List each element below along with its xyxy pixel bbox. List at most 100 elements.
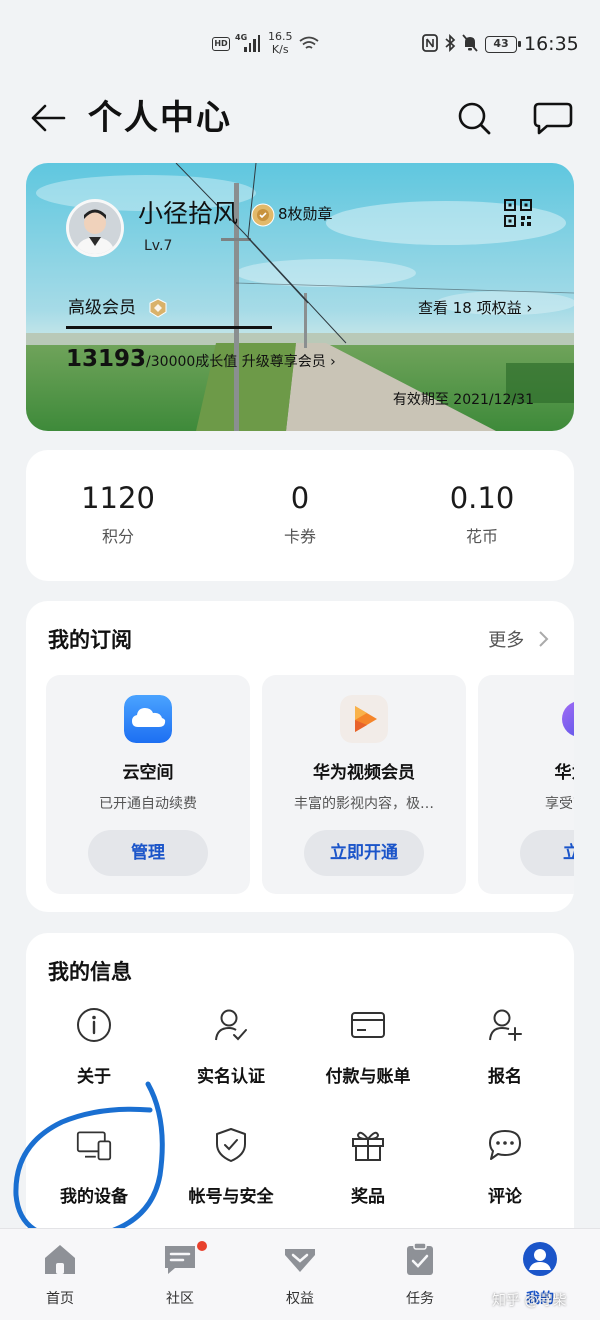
growth-value[interactable]: 13193/30000成长值 升级尊享会员 › — [66, 345, 336, 376]
subscriptions-title: 我的订阅 — [48, 628, 132, 652]
info-item-comments[interactable]: 评论 — [437, 1127, 573, 1237]
page-title: 个人中心 — [88, 98, 232, 138]
clock: 16:35 — [524, 33, 579, 55]
user-level: Lv.7 — [144, 238, 173, 254]
growth-progress-bar — [66, 326, 272, 329]
nav-tasks[interactable]: 任务 — [360, 1229, 480, 1320]
status-bar: HD 4G 16.5 K/s 43 16:35 — [0, 0, 600, 88]
nav-label: 权益 — [286, 1291, 314, 1307]
subscription-tile-video[interactable]: 华为视频会员 丰富的影视内容，极… 立即开通 — [262, 675, 466, 894]
subscription-tile-music[interactable]: 华为音 享受高品… 立即 — [478, 675, 574, 894]
messages-button[interactable] — [530, 96, 576, 140]
subscription-desc: 享受高品… — [545, 796, 574, 812]
subscriptions-more-link[interactable]: 更多 — [488, 627, 550, 655]
info-item-label: 帐号与安全 — [188, 1187, 274, 1207]
user-add-icon — [489, 1009, 522, 1041]
subscription-desc: 已开通自动续费 — [99, 796, 197, 812]
nav-community[interactable]: 社区 — [120, 1229, 240, 1320]
info-item-real-name[interactable]: 实名认证 — [163, 1007, 299, 1117]
notification-dot — [197, 1241, 207, 1251]
subscription-name: 云空间 — [122, 763, 174, 783]
membership-expiry: 有效期至 2021/12/31 — [392, 392, 534, 408]
benefits-icon — [285, 1249, 315, 1272]
subscription-tile-cloud[interactable]: 云空间 已开通自动续费 管理 — [46, 675, 250, 894]
nav-label: 任务 — [406, 1291, 434, 1307]
manage-button[interactable]: 管理 — [88, 830, 208, 876]
more-label: 更多 — [488, 630, 525, 651]
points-value: 1120 — [81, 481, 155, 515]
task-icon — [407, 1242, 433, 1275]
member-card[interactable]: 小径拾风 8枚勋章 Lv.7 高级会员 查看 18 项权益 › 13193/30… — [26, 163, 574, 431]
info-item-my-devices[interactable]: 我的设备 — [26, 1127, 162, 1237]
chevron-right-icon — [539, 631, 549, 647]
info-item-prizes[interactable]: 奖品 — [300, 1127, 436, 1237]
wifi-icon — [299, 36, 319, 49]
coupons-label: 卡券 — [283, 527, 316, 546]
community-icon — [165, 1246, 195, 1274]
search-icon — [458, 102, 491, 135]
network-speed: 16.5 K/s — [268, 30, 293, 56]
info-icon — [77, 1008, 111, 1042]
avatar-photo — [69, 202, 121, 254]
points-item[interactable]: 1120 积分 — [28, 478, 208, 548]
info-item-label: 关于 — [77, 1067, 111, 1087]
huabi-label: 花币 — [465, 527, 498, 546]
user-verified-icon — [215, 1009, 247, 1041]
back-arrow-icon — [31, 104, 66, 132]
nav-profile[interactable]: 我的 — [480, 1229, 600, 1320]
subscribe-now-button[interactable]: 立即 — [520, 830, 574, 876]
back-button[interactable] — [28, 98, 68, 138]
medals-count[interactable]: 8枚勋章 — [278, 203, 333, 225]
nav-benefits[interactable]: 权益 — [240, 1229, 360, 1320]
speed-unit: K/s — [271, 43, 289, 56]
huabi-value: 0.10 — [449, 481, 515, 515]
info-item-about[interactable]: 关于 — [26, 1007, 162, 1117]
vip-diamond-icon — [149, 298, 167, 318]
benefits-link[interactable]: 查看 18 项权益 › — [418, 296, 532, 320]
video-play-icon — [340, 695, 388, 743]
mute-bell-icon — [462, 34, 478, 52]
subscription-desc: 丰富的影视内容，极… — [294, 796, 434, 812]
signal-icon — [244, 33, 260, 52]
coupons-item[interactable]: 0 卡券 — [210, 478, 390, 548]
info-item-label: 报名 — [488, 1067, 522, 1087]
nav-label: 我的 — [526, 1291, 554, 1307]
info-item-label: 评论 — [488, 1187, 522, 1207]
info-item-label: 我的设备 — [60, 1187, 128, 1207]
growth-current: 13193 — [66, 346, 147, 372]
info-item-label: 奖品 — [351, 1187, 385, 1207]
card-icon — [351, 1012, 385, 1038]
speed-value: 16.5 — [268, 30, 293, 43]
my-info-card: 我的信息 关于 实名认证 付款与账单 报名 我的设备 帐号与安全 奖品 评论 — [26, 933, 574, 1233]
my-info-title: 我的信息 — [48, 960, 132, 984]
points-label: 积分 — [101, 527, 134, 546]
subscription-name: 华为视频会员 — [313, 763, 415, 783]
vip-label: 高级会员 — [68, 298, 136, 318]
cloud-icon — [124, 695, 172, 743]
avatar[interactable] — [66, 199, 124, 257]
bottom-navigation: 首页 社区 权益 任务 我的 — [0, 1228, 600, 1320]
bluetooth-icon — [445, 34, 456, 52]
points-card: 1120 积分 0 卡券 0.10 花币 — [26, 450, 574, 581]
coupons-value: 0 — [290, 481, 310, 515]
subscriptions-card: 我的订阅 更多 云空间 已开通自动续费 管理 华为视频会员 丰富的影视内容，极…… — [26, 601, 574, 912]
nav-home[interactable]: 首页 — [0, 1229, 120, 1320]
shield-check-icon — [216, 1128, 246, 1162]
info-item-payment[interactable]: 付款与账单 — [300, 1007, 436, 1117]
qr-code-icon[interactable] — [504, 199, 532, 227]
info-item-register[interactable]: 报名 — [437, 1007, 573, 1117]
huabi-item[interactable]: 0.10 花币 — [392, 478, 572, 548]
devices-icon — [76, 1131, 112, 1161]
header: 个人中心 — [0, 88, 600, 148]
comment-icon — [489, 1130, 521, 1160]
music-icon — [556, 695, 574, 743]
info-item-account-security[interactable]: 帐号与安全 — [163, 1127, 299, 1237]
hd-icon: HD — [212, 37, 230, 51]
subscribe-now-button[interactable]: 立即开通 — [304, 830, 424, 876]
subscription-name: 华为音 — [554, 763, 575, 783]
profile-icon — [523, 1242, 557, 1276]
search-button[interactable] — [452, 96, 496, 140]
battery-icon: 43 — [485, 36, 521, 53]
chat-bubble-icon — [533, 102, 573, 135]
medal-icon — [251, 203, 275, 227]
